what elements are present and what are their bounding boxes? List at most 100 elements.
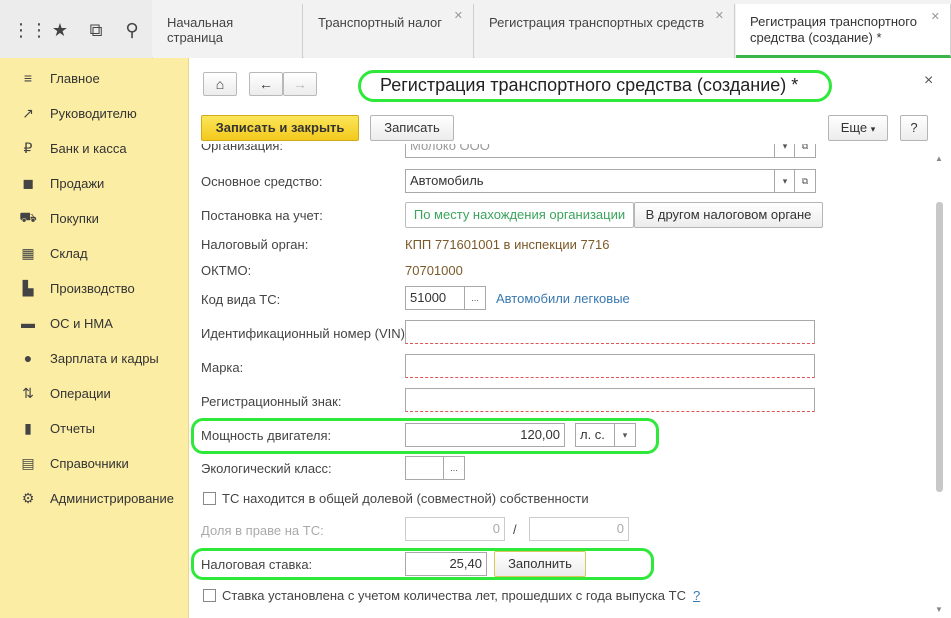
sidebar-item-label: Отчеты — [50, 420, 95, 436]
select-button[interactable]: ... — [464, 286, 486, 310]
oktmo-value[interactable]: 70701000 — [405, 263, 463, 278]
help-link[interactable]: ? — [693, 588, 700, 603]
factory-icon: ▙ — [22, 279, 34, 296]
bag-icon: ◼ — [22, 174, 34, 191]
sidebar-item-salary[interactable]: ● Зарплата и кадры — [18, 348, 159, 368]
organization-field[interactable]: Молоко ООО — [405, 144, 775, 158]
power-label: Мощность двигателя: — [201, 428, 332, 443]
menu-icon: ≡ — [23, 70, 33, 86]
share-label: Доля в праве на ТС: — [201, 523, 324, 538]
sidebar-item-purchases[interactable]: ⛟ Покупки — [18, 208, 99, 228]
home-icon: ⌂ — [215, 76, 225, 92]
brand-label: Марка: — [201, 360, 244, 375]
operations-icon: ⇅ — [22, 384, 34, 401]
share-numerator-field[interactable]: 0 — [405, 517, 505, 541]
scroll-up-icon[interactable]: ▲ — [935, 154, 943, 163]
vin-label: Идентификационный номер (VIN): — [201, 326, 409, 341]
tab-label-line2: средства (создание) * — [750, 30, 882, 45]
sidebar-item-reports[interactable]: ▮ Отчеты — [18, 418, 95, 438]
history-icon[interactable]: ⧉ — [86, 20, 106, 40]
truck-icon: ▬ — [21, 315, 35, 331]
sidebar-item-label: Администрирование — [50, 490, 174, 506]
sidebar-item-main[interactable]: ≡ Главное — [18, 68, 100, 88]
tab-vehicle-registration-new[interactable]: Регистрация транспортного средства (созд… — [736, 4, 951, 58]
plate-field[interactable] — [405, 388, 815, 412]
organization-label: Организация: — [201, 144, 284, 153]
favorites-star-icon[interactable]: ★ — [50, 20, 70, 40]
dropdown-arrow-icon[interactable]: ▾ — [614, 423, 636, 447]
scroll-down-icon[interactable]: ▼ — [935, 605, 943, 614]
asset-field[interactable]: Автомобиль — [405, 169, 775, 193]
sidebar-item-operations[interactable]: ⇅ Операции — [18, 383, 111, 403]
sidebar-item-warehouse[interactable]: ▦ Склад — [18, 243, 88, 263]
eco-class-label: Экологический класс: — [201, 461, 332, 476]
ts-code-description-link[interactable]: Автомобили легковые — [496, 291, 630, 306]
form-panel: ⌂ ← → Регистрация транспортного средства… — [189, 58, 951, 618]
tab-label-line1: Регистрация транспортного — [750, 14, 917, 29]
scrollbar-thumb[interactable] — [936, 202, 943, 492]
open-icon[interactable]: ⧉ — [794, 169, 816, 193]
book-icon: ▤ — [21, 454, 35, 471]
shared-ownership-label: ТС находится в общей долевой (совместной… — [222, 491, 589, 506]
clipped-row: Организация: Молоко ООО ▾ ⧉ — [189, 144, 929, 158]
more-button[interactable]: Еще ▾ — [828, 115, 888, 141]
chevron-down-icon: ▾ — [870, 124, 876, 134]
help-button[interactable]: ? — [900, 115, 928, 141]
sidebar-item-catalogs[interactable]: ▤ Справочники — [18, 453, 128, 473]
brand-field[interactable] — [405, 354, 815, 378]
select-button[interactable]: ... — [443, 456, 465, 480]
top-icons: ⋮⋮ ★ ⧉ ⚲ — [0, 0, 152, 58]
more-label: Еще — [840, 120, 868, 135]
forward-button[interactable]: → — [283, 72, 317, 96]
tab-vehicle-registrations[interactable]: Регистрация транспортных средств ✕ — [475, 4, 735, 58]
registration-label: Постановка на учет: — [201, 208, 323, 223]
sidebar-item-label: Покупки — [50, 210, 99, 226]
shared-ownership-checkbox[interactable] — [203, 492, 216, 505]
tab-label: Регистрация транспортных средств — [489, 15, 705, 30]
tab-close-icon[interactable]: ✕ — [454, 9, 463, 22]
back-button[interactable]: ← — [249, 72, 283, 96]
apps-grid-icon[interactable]: ⋮⋮ — [12, 20, 48, 40]
save-button[interactable]: Записать — [370, 115, 454, 141]
sidebar-item-assets[interactable]: ▬ ОС и НМА — [18, 313, 113, 333]
sidebar-item-director[interactable]: ↗ Руководителю — [18, 103, 137, 123]
sidebar-item-bank[interactable]: ₽ Банк и касса — [18, 138, 127, 158]
tab-transport-tax[interactable]: Транспортный налог ✕ — [304, 4, 474, 58]
save-and-close-button[interactable]: Записать и закрыть — [201, 115, 359, 141]
reg-at-location-option[interactable]: По месту нахождения организации — [405, 202, 634, 228]
dropdown-arrow-icon[interactable]: ▾ — [774, 169, 796, 193]
sidebar-item-sales[interactable]: ◼ Продажи — [18, 173, 104, 193]
tab-close-icon[interactable]: ✕ — [931, 9, 940, 25]
oktmo-label: ОКТМО: — [201, 263, 252, 278]
ts-code-field[interactable]: 51000 — [405, 286, 465, 310]
vin-field[interactable] — [405, 320, 815, 344]
sidebar-item-label: ОС и НМА — [50, 315, 113, 331]
scrollbar[interactable]: ▲ ▼ — [935, 154, 945, 614]
page-title: Регистрация транспортного средства (созд… — [380, 75, 799, 95]
dropdown-arrow-icon[interactable]: ▾ — [774, 144, 796, 158]
search-icon[interactable]: ⚲ — [122, 20, 142, 40]
tax-office-label: Налоговый орган: — [201, 237, 309, 252]
tax-office-value[interactable]: КПП 771601001 в инспекции 7716 — [405, 237, 609, 252]
sidebar-item-label: Склад — [50, 245, 88, 261]
tab-close-icon[interactable]: ✕ — [715, 9, 724, 22]
close-form-button[interactable]: × — [924, 72, 933, 90]
sidebar: ≡ Главное ↗ Руководителю ₽ Банк и касса ◼ Пр… — [0, 58, 189, 618]
years-adjusted-checkbox[interactable] — [203, 589, 216, 602]
tax-rate-field[interactable]: 25,40 — [405, 552, 487, 576]
power-field[interactable]: 120,00 — [405, 423, 565, 447]
eco-class-field[interactable] — [405, 456, 444, 480]
share-denominator-field[interactable]: 0 — [529, 517, 629, 541]
home-button[interactable]: ⌂ — [203, 72, 237, 96]
gear-icon: ⚙ — [21, 489, 35, 506]
sidebar-item-production[interactable]: ▙ Производство — [18, 278, 135, 298]
power-unit-field[interactable]: л. с. — [575, 423, 615, 447]
sidebar-item-label: Главное — [50, 70, 100, 86]
ts-code-label: Код вида ТС: — [201, 292, 281, 307]
tab-home[interactable]: Начальная страница — [153, 4, 303, 58]
sidebar-item-label: Операции — [50, 385, 111, 401]
reg-other-office-option[interactable]: В другом налоговом органе — [634, 202, 823, 228]
fill-button[interactable]: Заполнить — [494, 551, 586, 577]
sidebar-item-admin[interactable]: ⚙ Администрирование — [18, 488, 174, 508]
open-icon[interactable]: ⧉ — [794, 144, 816, 158]
